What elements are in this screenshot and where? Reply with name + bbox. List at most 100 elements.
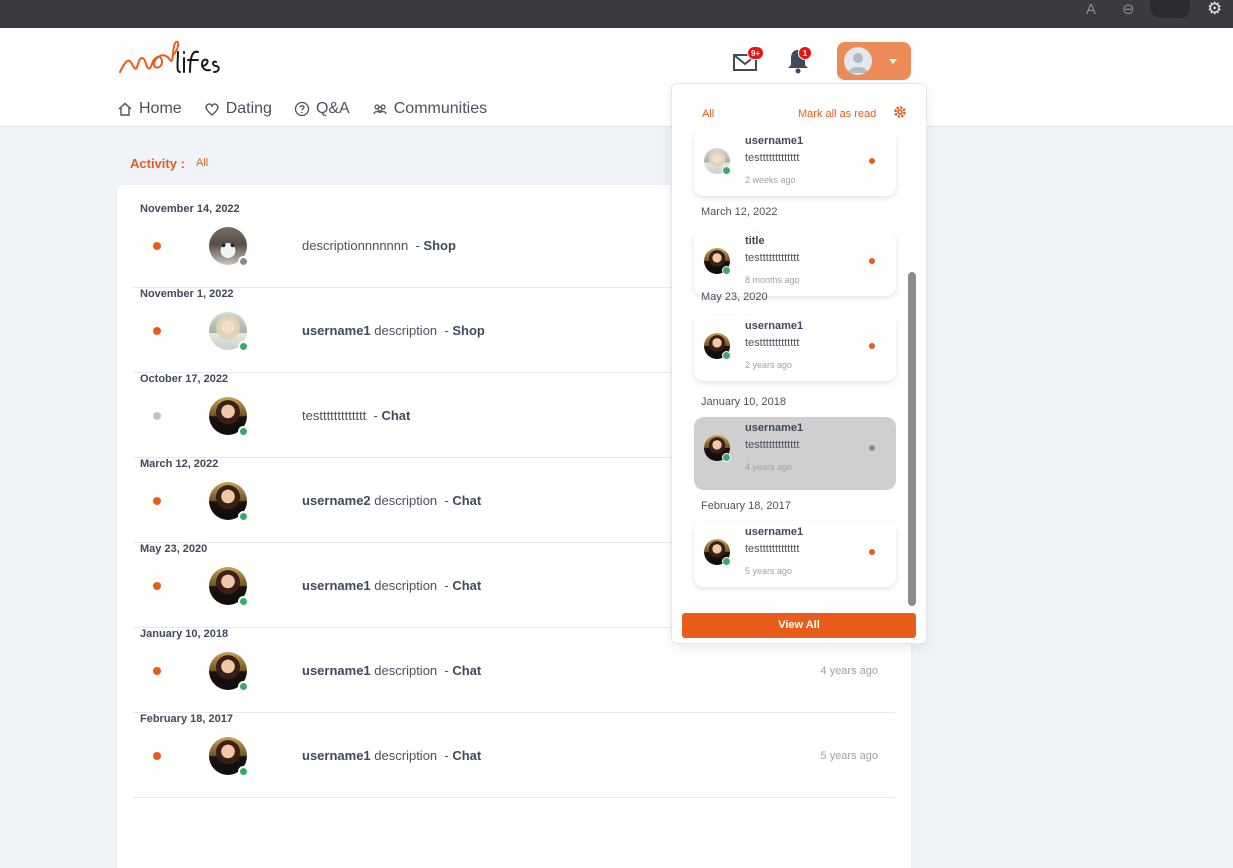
view-all-button[interactable]: View All: [682, 613, 916, 638]
unread-dot: [153, 497, 161, 505]
online-status-dot: [722, 557, 731, 566]
notification-title: username1: [745, 526, 804, 538]
activity-type[interactable]: Chat: [452, 748, 481, 763]
user-menu-button[interactable]: [837, 42, 911, 80]
activity-time: 4 years ago: [820, 665, 878, 677]
online-status-dot: [722, 453, 731, 462]
site-logo[interactable]: [118, 38, 248, 82]
nav-communities[interactable]: Communities: [372, 100, 487, 118]
online-status-dot: [238, 426, 249, 437]
notification-title: username1: [745, 320, 804, 332]
activity-description: descriptionnnnnnn - Shop: [302, 238, 456, 253]
online-status-dot: [238, 766, 249, 777]
user-avatar: [844, 47, 872, 75]
activity-filter-all[interactable]: All: [196, 157, 208, 169]
gear-icon[interactable]: [892, 104, 908, 120]
nav-dating[interactable]: Dating: [204, 100, 272, 118]
activity-user[interactable]: username1: [302, 663, 371, 678]
notification-time: 2 weeks ago: [745, 175, 796, 185]
unread-dot: [153, 412, 161, 420]
chevron-down-icon: [889, 59, 897, 64]
online-status-dot: [722, 351, 731, 360]
heart-icon: [205, 103, 219, 116]
notification-text: testtttttttttttt: [745, 439, 800, 451]
activity-user[interactable]: username2: [302, 493, 371, 508]
home-icon: [118, 102, 132, 116]
notifications-badge: 1: [798, 46, 812, 60]
notifications-dropdown: All Mark all as read username1 testtttttt…: [671, 83, 927, 644]
browser-toolbar: A ⊖ ☆ ⚙: [0, 0, 1233, 28]
notifications-tab-all[interactable]: All: [702, 108, 714, 120]
online-status-dot: [238, 256, 249, 267]
activity-date: October 17, 2022: [140, 373, 229, 385]
read-aloud-icon[interactable]: A: [1086, 0, 1096, 20]
activity-label: Activity :: [130, 156, 185, 171]
activity-time: 5 years ago: [820, 750, 878, 762]
activity-description: username1 description - Chat: [302, 748, 482, 763]
online-status-dot: [238, 341, 249, 352]
notification-date: February 18, 2017: [701, 500, 791, 512]
notification-date: March 12, 2022: [701, 206, 778, 218]
notifications-button[interactable]: 1: [786, 46, 812, 74]
activity-text: testtttttttttttt: [302, 408, 367, 423]
zoom-out-icon[interactable]: ⊖: [1122, 0, 1135, 20]
mark-all-read-button[interactable]: Mark all as read: [798, 108, 876, 120]
notification-card[interactable]: username1 testtttttttttttt 5 years ago: [694, 521, 896, 587]
activity-type[interactable]: Chat: [452, 663, 481, 678]
online-status-dot: [238, 681, 249, 692]
activity-date: May 23, 2020: [140, 543, 208, 555]
notification-card[interactable]: username1 testtttttttttttt 2 weeks ago: [694, 130, 896, 196]
activity-type[interactable]: Chat: [452, 578, 481, 593]
notification-time: 2 years ago: [745, 360, 793, 370]
activity-type[interactable]: Chat: [452, 493, 481, 508]
activity-user[interactable]: username1: [302, 578, 371, 593]
activity-text: description: [374, 493, 438, 508]
nav-home[interactable]: Home: [117, 100, 182, 118]
online-status-dot: [238, 511, 249, 522]
notification-date: May 23, 2020: [701, 291, 768, 303]
activity-description: username1 description - Chat: [302, 578, 482, 593]
online-status-dot: [722, 166, 731, 175]
activity-date: November 1, 2022: [140, 288, 234, 300]
notification-title: username1: [745, 135, 804, 147]
activity-date: February 18, 2017: [140, 713, 233, 725]
activity-type[interactable]: Chat: [381, 408, 410, 423]
notification-time: 8 months ago: [745, 275, 800, 285]
activity-description: testtttttttttttt - Chat: [302, 408, 411, 423]
messages-badge: 9+: [747, 46, 765, 60]
activity-description: username1 description - Chat: [302, 663, 482, 678]
activity-type[interactable]: Shop: [452, 323, 485, 338]
notifications-list: username1 testtttttttttttt 2 weeks ago Marc…: [672, 130, 926, 608]
notification-date: January 10, 2018: [701, 396, 787, 408]
site-header: Home Dating Q&A Communities 9+ 1: [0, 28, 1233, 127]
nav-home-label: Home: [139, 100, 182, 117]
notification-card[interactable]: username1 testtttttttttttt 4 years ago: [694, 417, 896, 490]
activity-text: description: [374, 323, 438, 338]
activity-item[interactable]: February 18, 2017 username1 description -…: [133, 713, 895, 798]
activity-description: username2 description - Chat: [302, 493, 482, 508]
question-circle-icon: [294, 101, 310, 117]
nav-communities-label: Communities: [393, 100, 488, 117]
nav-qa-label: Q&A: [315, 100, 350, 117]
notification-text: testtttttttttttt: [745, 337, 800, 349]
unread-dot: [153, 752, 161, 760]
unread-dot: [869, 258, 875, 264]
activity-text: descriptionnnnnnn: [302, 238, 409, 253]
nav-qa[interactable]: Q&A: [294, 100, 350, 118]
extensions-icon[interactable]: ⚙: [1207, 0, 1229, 20]
notification-time: 5 years ago: [745, 566, 793, 576]
activity-user[interactable]: username1: [302, 748, 371, 763]
messages-button[interactable]: 9+: [733, 46, 765, 72]
unread-dot: [869, 158, 875, 164]
notification-card[interactable]: title testtttttttttttt 8 months ago: [694, 230, 896, 296]
notification-card[interactable]: username1 testtttttttttttt 2 years ago: [694, 315, 896, 381]
activity-type[interactable]: Shop: [423, 238, 456, 253]
notification-time: 4 years ago: [745, 462, 793, 472]
notification-text: testtttttttttttt: [745, 252, 800, 264]
unread-dot: [869, 343, 875, 349]
notification-title: title: [745, 235, 765, 247]
activity-user[interactable]: username1: [302, 323, 371, 338]
notifications-scrollbar[interactable]: [908, 272, 916, 606]
toolbar-pill: [1150, 0, 1190, 18]
activity-text: description: [374, 748, 438, 763]
